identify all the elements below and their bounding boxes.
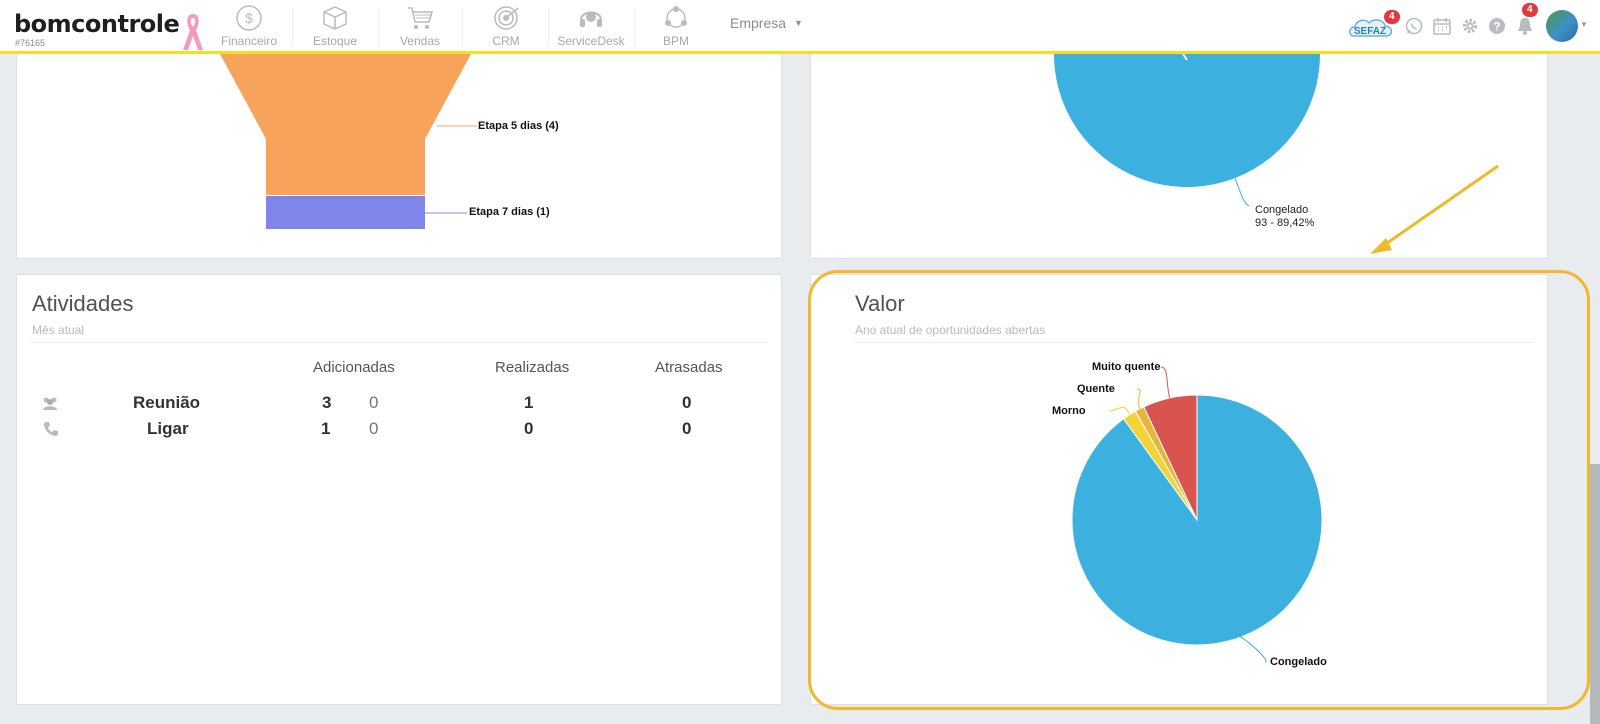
panel-title: Atividades <box>32 291 134 316</box>
column-header-atrasadas: Atrasadas <box>655 359 723 376</box>
funnel-label: Etapa 7 dias (1) <box>469 206 550 218</box>
user-avatar[interactable] <box>1546 10 1578 42</box>
column-header-realizadas: Realizadas <box>495 359 570 376</box>
nav-label: Estoque <box>312 34 358 48</box>
nav-label: CRM <box>492 34 520 48</box>
funnel-segment-etapa-7[interactable] <box>266 196 425 229</box>
nav-label: BPM <box>662 34 689 48</box>
pink-ribbon-icon <box>183 14 203 50</box>
sefaz-badge: 4 <box>1384 10 1400 24</box>
nav-financeiro[interactable]: $ Financeiro <box>218 4 280 48</box>
calendar-icon[interactable] <box>1432 16 1452 36</box>
whatsapp-icon[interactable] <box>1404 16 1424 36</box>
activity-adicionadas[interactable]: 1 <box>321 419 330 439</box>
column-header-adicionadas: Adicionadas <box>313 359 395 376</box>
activity-adicionadas-extra: 0 <box>369 419 379 438</box>
nav-estoque[interactable]: Estoque <box>305 4 365 48</box>
nav-divider <box>634 8 635 46</box>
caret-down-icon[interactable]: ▼ <box>1580 20 1588 29</box>
pie-connector <box>1234 177 1250 207</box>
nav-servicedesk[interactable]: ServiceDesk <box>556 4 626 48</box>
arrow-annotation <box>1370 164 1499 254</box>
headset-icon <box>580 11 602 27</box>
brand-logo[interactable]: bomcontrole <box>14 10 180 38</box>
nav-label: ServiceDesk <box>557 34 625 48</box>
funnel-chart <box>220 54 477 229</box>
pie-label: Congelado <box>1255 204 1309 216</box>
funnel-label: Etapa 5 dias (4) <box>478 120 559 132</box>
funnel-panel: Etapa 5 dias (4) Etapa 7 dias (1) <box>16 54 782 259</box>
activity-realizadas[interactable]: 1 <box>524 393 533 413</box>
atividades-panel: Atividades Mês atual Adicionadas Realiza… <box>16 274 782 705</box>
nav-divider <box>462 8 463 46</box>
pie-slice-congelado[interactable] <box>1055 54 1319 186</box>
account-id: #76165 <box>15 38 46 48</box>
activity-name: Reunião <box>133 393 201 412</box>
activity-adicionadas-extra: 0 <box>369 393 379 412</box>
dollar-coin-icon: $ <box>236 5 262 31</box>
caret-down-icon: ▼ <box>794 18 803 28</box>
pie-value-label: 93 - 89,42% <box>1255 217 1315 229</box>
help-icon[interactable]: ? <box>1487 16 1507 36</box>
funnel-segment-etapa-5[interactable] <box>220 54 471 195</box>
shopping-cart-icon <box>408 7 434 29</box>
nav-label: Vendas <box>399 34 441 48</box>
sefaz-label: SEFAZ <box>1354 26 1386 37</box>
network-icon <box>665 6 687 28</box>
activity-realizadas[interactable]: 0 <box>524 419 533 439</box>
top-bar: bomcontrole #76165 $ Financeiro Estoque … <box>0 0 1600 54</box>
highlight-annotation <box>808 270 1590 710</box>
nav-divider <box>292 8 293 46</box>
notifications-badge: 4 <box>1522 3 1538 17</box>
activity-atrasadas[interactable]: 0 <box>682 419 691 439</box>
scrollbar-thumb[interactable] <box>1590 464 1600 724</box>
nav-divider <box>548 8 549 46</box>
panel-subtitle: Mês atual <box>32 323 85 337</box>
target-icon <box>494 6 519 30</box>
bell-icon[interactable] <box>1515 16 1535 36</box>
users-icon <box>43 397 57 410</box>
activity-atrasadas[interactable]: 0 <box>682 393 691 413</box>
nav-label: Financeiro <box>220 34 278 48</box>
nav-divider <box>378 8 379 46</box>
panel-divider <box>31 342 767 343</box>
box-icon <box>323 6 347 30</box>
activity-adicionadas[interactable]: 3 <box>322 393 331 413</box>
nav-crm[interactable]: CRM <box>476 4 536 48</box>
nav-bpm[interactable]: BPM <box>646 4 706 48</box>
nav-vendas[interactable]: Vendas <box>390 4 450 48</box>
activity-name: Ligar <box>147 419 189 438</box>
svg-text:?: ? <box>1493 20 1500 34</box>
company-select-label: Empresa <box>730 15 787 31</box>
svg-text:$: $ <box>245 10 253 26</box>
phone-icon <box>44 422 58 436</box>
company-select[interactable]: Empresa ▼ <box>730 15 803 31</box>
gear-icon[interactable] <box>1460 16 1480 36</box>
